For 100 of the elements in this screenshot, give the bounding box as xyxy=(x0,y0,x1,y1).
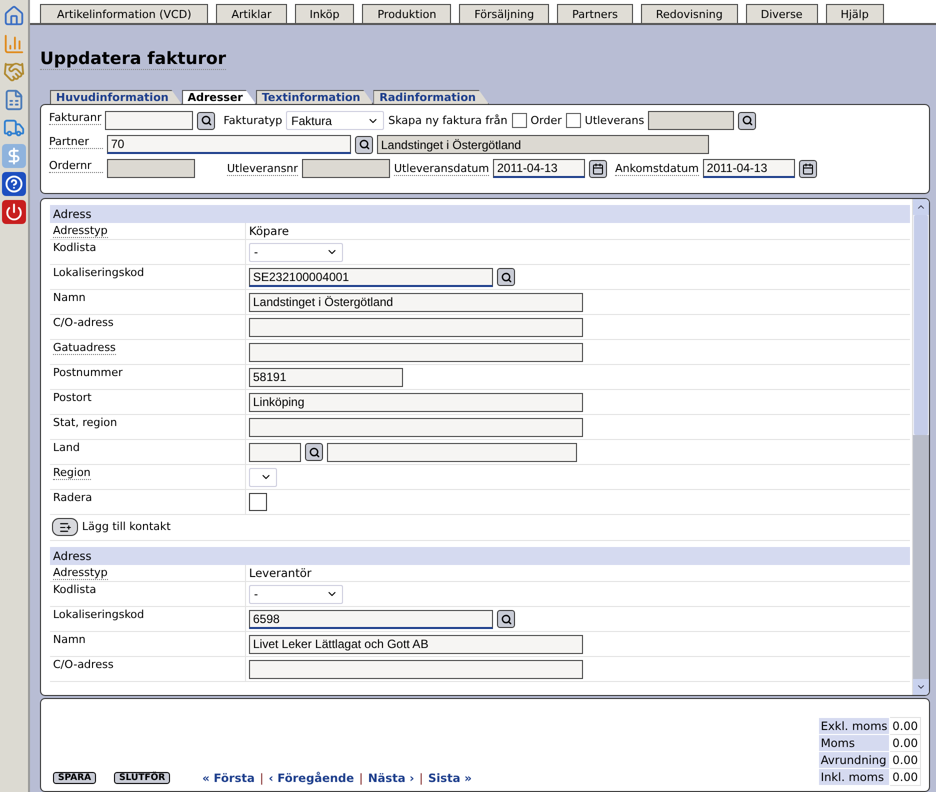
date-input[interactable]: 2011-04-13 xyxy=(493,159,586,178)
partner-input[interactable]: 70 xyxy=(107,135,351,154)
search-button[interactable] xyxy=(355,136,373,154)
search-button[interactable] xyxy=(497,610,515,628)
home-icon[interactable] xyxy=(2,4,26,28)
field-label: Ordernr xyxy=(49,159,103,173)
text-input[interactable] xyxy=(249,418,583,436)
field-label: Fakturanr xyxy=(49,111,102,125)
radio-button[interactable] xyxy=(512,113,526,128)
menu-tab[interactable]: Hjälp xyxy=(826,4,884,23)
delivery-number-input[interactable] xyxy=(302,159,390,178)
tab[interactable]: Textinformation xyxy=(256,90,374,104)
search-icon xyxy=(308,446,320,458)
field-label: Gatuadress xyxy=(53,341,116,355)
add-contact-label: Lägg till kontakt xyxy=(82,520,171,534)
country-code-input[interactable] xyxy=(249,442,301,462)
address-type-text: Köpare xyxy=(249,224,289,238)
field-label: Lokaliseringskod xyxy=(53,608,144,622)
tab[interactable]: Radinformation xyxy=(373,90,489,104)
pager-link[interactable]: ‹ Föregående xyxy=(268,771,354,785)
search-icon xyxy=(500,272,512,282)
field-label: C/O-adress xyxy=(53,658,114,672)
menu-tab[interactable]: Försäljning xyxy=(459,4,550,23)
postal-code-input[interactable]: 58191 xyxy=(249,368,403,386)
field-label: Namn xyxy=(53,291,86,305)
radio-button[interactable] xyxy=(566,113,581,128)
total-label: Moms xyxy=(818,734,890,752)
separator-text: | xyxy=(260,771,264,785)
code-list-select[interactable]: - xyxy=(249,242,343,262)
add-contact-button[interactable] xyxy=(52,518,78,536)
field-label: Lokaliseringskod xyxy=(53,266,144,280)
calendar-button[interactable] xyxy=(589,160,608,178)
action-button[interactable]: SPARA xyxy=(53,772,96,784)
location-code-input[interactable]: 6598 xyxy=(249,610,493,628)
text-input[interactable]: Livet Leker Lättlagat och Gott AB xyxy=(249,634,583,654)
invoice-type-select[interactable]: Faktura xyxy=(286,111,384,130)
tab[interactable]: Adresser xyxy=(182,90,256,104)
text-input[interactable]: Landstinget i Östergötland xyxy=(249,292,583,312)
section-header: Adress xyxy=(50,547,910,565)
search-icon xyxy=(742,115,753,126)
total-value: 0.00 xyxy=(890,734,920,752)
separator-text: | xyxy=(419,771,424,785)
search-button[interactable] xyxy=(738,112,756,130)
menu-tab[interactable]: Redovisning xyxy=(640,4,738,23)
calendar-icon xyxy=(802,162,814,174)
search-button[interactable] xyxy=(305,443,323,461)
menu-tab[interactable]: Partners xyxy=(557,4,633,23)
text-input[interactable] xyxy=(249,342,583,362)
calendar-button[interactable] xyxy=(798,160,817,178)
code-list-select[interactable]: - xyxy=(249,584,343,604)
search-icon xyxy=(200,115,212,126)
field-label: Radera xyxy=(53,491,92,505)
text-input[interactable]: Linköping xyxy=(249,392,583,412)
separator-text: | xyxy=(359,771,363,785)
field-label: Utleveransnr xyxy=(227,162,298,176)
field-label: Adresstyp xyxy=(53,566,108,580)
order-number-input[interactable] xyxy=(107,159,195,178)
field-label: Fakturatyp xyxy=(223,114,282,128)
delivery-input[interactable] xyxy=(648,111,734,130)
field-label: C/O-adress xyxy=(53,316,114,330)
search-button[interactable] xyxy=(197,112,216,130)
menu-tab[interactable]: Artikelinformation (VCD) xyxy=(40,4,208,23)
menu-tab[interactable]: Diverse xyxy=(746,4,818,23)
invoice-number-input[interactable] xyxy=(105,111,194,130)
location-code-input[interactable]: SE232100004001 xyxy=(249,268,493,286)
country-name-input[interactable] xyxy=(327,442,577,462)
text-input[interactable] xyxy=(249,660,583,678)
field-label: Adresstyp xyxy=(53,224,108,238)
pager-link[interactable]: « Första xyxy=(202,771,255,785)
tab[interactable]: Huvudinformation xyxy=(50,90,182,104)
search-icon xyxy=(358,139,370,150)
field-label: Namn xyxy=(53,633,86,647)
pager-link[interactable]: Nästa › xyxy=(368,771,414,785)
field-label: Region xyxy=(53,466,91,480)
menu-tab[interactable]: Produktion xyxy=(362,4,452,23)
field-label: Land xyxy=(53,441,80,455)
total-value: 0.00 xyxy=(890,768,920,786)
action-button[interactable]: SLUTFÖR xyxy=(114,772,170,784)
search-button[interactable] xyxy=(497,268,515,286)
field-label: Ankomstdatum xyxy=(615,162,699,176)
address-type-text: Leverantör xyxy=(249,566,312,580)
power-icon[interactable] xyxy=(2,200,26,224)
pager-link[interactable]: Sista » xyxy=(428,771,472,785)
search-icon xyxy=(500,614,512,624)
date-input[interactable]: 2011-04-13 xyxy=(702,159,795,178)
field-label: Kodlista xyxy=(53,583,96,597)
menu-tab[interactable]: Artiklar xyxy=(216,4,287,23)
help-icon[interactable] xyxy=(2,172,26,196)
section-header: Adress xyxy=(50,205,910,223)
field-label: Stat, region xyxy=(53,416,118,430)
menu-tab[interactable]: Inköp xyxy=(294,4,354,23)
text-input[interactable] xyxy=(249,318,583,336)
delete-checkbox[interactable] xyxy=(249,493,267,511)
calendar-icon xyxy=(592,162,604,174)
total-label: Inkl. moms xyxy=(818,768,890,786)
field-label: Kodlista xyxy=(53,241,96,255)
page-title: Uppdatera fakturor xyxy=(40,49,226,70)
partner-name-input[interactable]: Landstinget i Östergötland xyxy=(377,135,709,154)
radio-label: Order xyxy=(530,114,562,128)
scrollbar[interactable] xyxy=(912,199,929,695)
